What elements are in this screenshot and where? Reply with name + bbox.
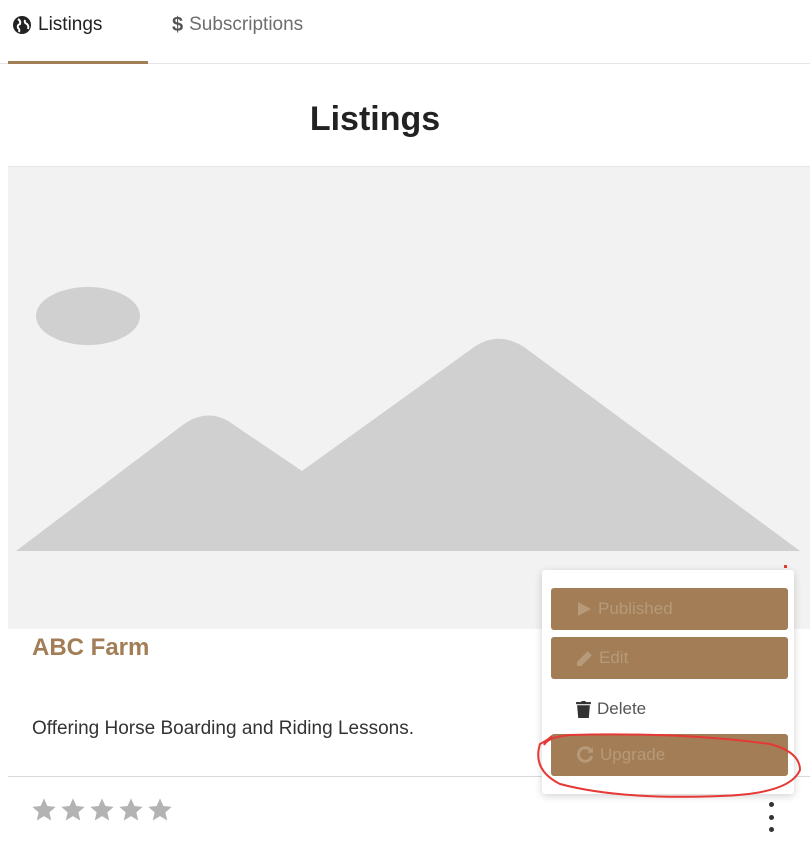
star-icon[interactable] [30, 796, 58, 824]
star-icon[interactable] [59, 796, 87, 824]
menu-item-delete[interactable]: Delete [551, 688, 788, 730]
image-placeholder-icon [16, 287, 800, 551]
tab-listings-label: Listings [38, 14, 103, 35]
star-icon[interactable] [146, 796, 174, 824]
menu-item-label: Upgrade [600, 745, 666, 764]
page-title: Listings [309, 100, 441, 138]
menu-item-published[interactable]: Published [551, 588, 788, 630]
dollar-icon: $ [172, 13, 184, 36]
globe-icon [12, 15, 32, 35]
listing-actions-menu: Published Edit Delete Upgrade [542, 570, 794, 794]
refresh-icon [576, 746, 594, 764]
menu-item-label: Published [598, 599, 673, 618]
tab-listings[interactable]: Listings [12, 10, 102, 40]
listing-title[interactable]: ABC Farm [32, 634, 149, 662]
annotation-dot [784, 565, 787, 568]
tab-subscriptions-label: Subscriptions [189, 14, 304, 35]
tab-bar: Listings $ Subscriptions [0, 0, 810, 64]
star-icon[interactable] [117, 796, 145, 824]
pencil-icon [576, 650, 593, 667]
menu-item-edit[interactable]: Edit [551, 637, 788, 679]
menu-item-label: Delete [597, 699, 647, 718]
star-rating[interactable] [30, 796, 174, 824]
menu-item-upgrade[interactable]: Upgrade [551, 734, 788, 776]
active-tab-indicator [8, 61, 148, 64]
tab-subscriptions[interactable]: $ Subscriptions [172, 10, 303, 40]
star-icon[interactable] [88, 796, 116, 824]
listing-description: Offering Horse Boarding and Riding Lesso… [32, 718, 414, 739]
more-options-icon[interactable] [762, 802, 780, 832]
listing-image[interactable] [8, 167, 810, 629]
play-icon [576, 601, 592, 617]
menu-item-label: Edit [599, 648, 629, 667]
trash-icon [576, 700, 591, 718]
